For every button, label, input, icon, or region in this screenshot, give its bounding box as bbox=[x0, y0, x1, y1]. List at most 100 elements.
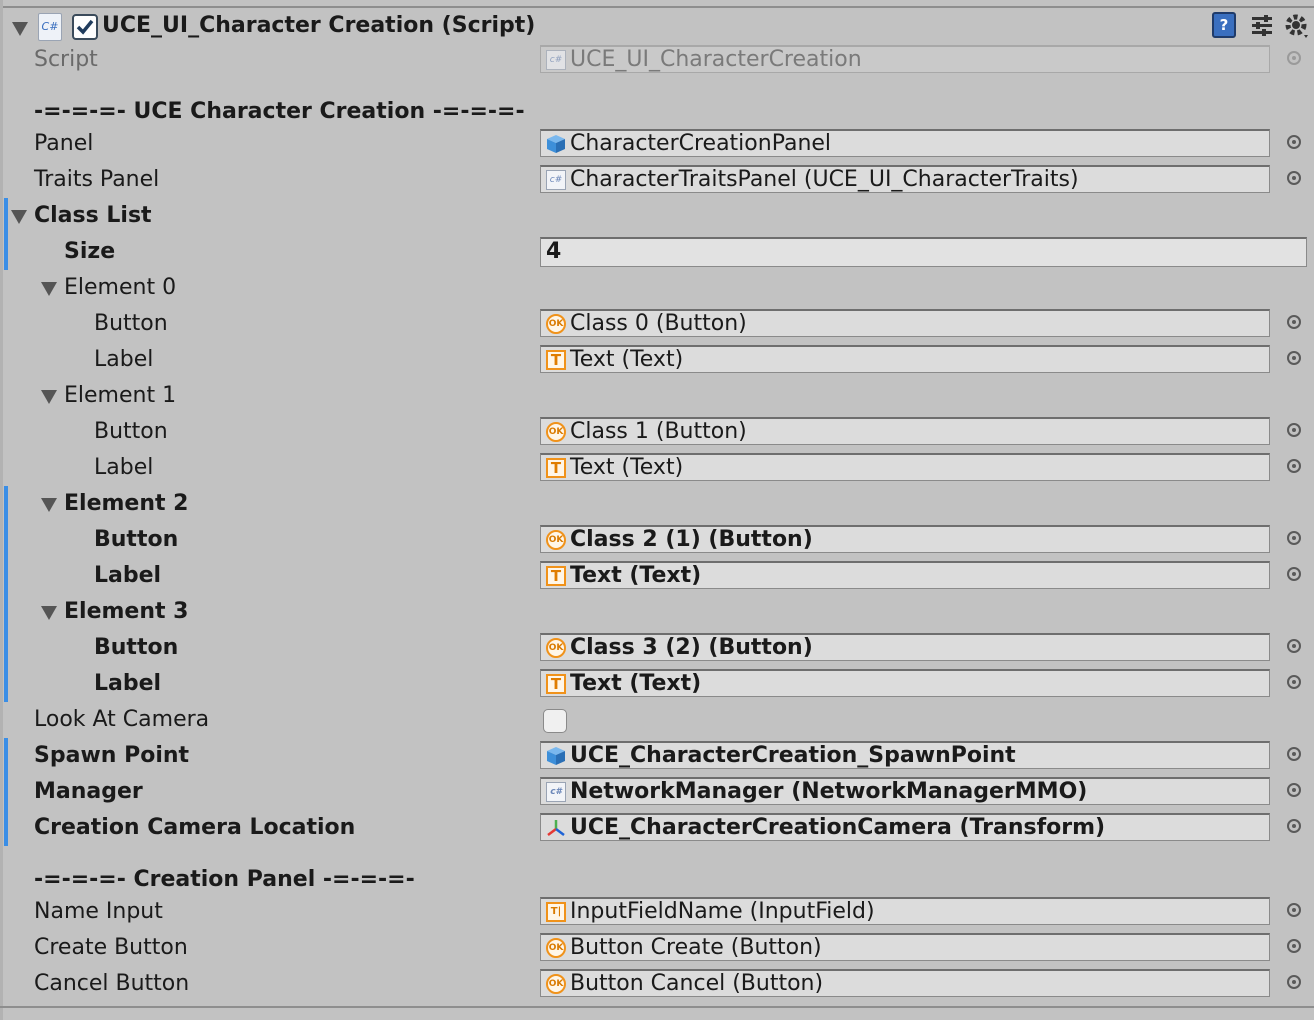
label-field[interactable]: T Text (Text) bbox=[540, 561, 1270, 589]
name-input-field[interactable]: T| InputFieldName (InputField) bbox=[540, 897, 1270, 925]
traits-panel-field[interactable]: c# CharacterTraitsPanel (UCE_UI_Characte… bbox=[540, 165, 1270, 193]
object-picker-icon[interactable] bbox=[1287, 903, 1301, 917]
object-picker-icon bbox=[1287, 51, 1301, 65]
camera-location-label: Creation Camera Location bbox=[34, 815, 356, 840]
size-input[interactable]: 4 bbox=[540, 237, 1307, 267]
button-value: Class 2 (1) (Button) bbox=[570, 526, 813, 552]
create-button-field[interactable]: OK Button Create (Button) bbox=[540, 933, 1270, 961]
cancel-button-field[interactable]: OK Button Cancel (Button) bbox=[540, 969, 1270, 997]
component-enabled-checkbox[interactable] bbox=[72, 14, 98, 40]
camera-location-field[interactable]: UCE_CharacterCreationCamera (Transform) bbox=[540, 813, 1270, 841]
text-component-icon: T bbox=[546, 673, 566, 694]
object-picker-icon[interactable] bbox=[1287, 171, 1301, 185]
help-book-icon[interactable]: ? bbox=[1212, 12, 1236, 38]
look-at-camera-row: Look At Camera bbox=[0, 702, 1314, 738]
button-field[interactable]: OK Class 3 (2) (Button) bbox=[540, 633, 1270, 661]
section-header-row: -=-=-=- UCE Character Creation -=-=-=- bbox=[0, 94, 1314, 130]
text-component-icon: T bbox=[546, 565, 566, 586]
panel-field[interactable]: CharacterCreationPanel bbox=[540, 129, 1270, 157]
input-field-icon: T| bbox=[546, 901, 566, 922]
expand-arrow-icon[interactable] bbox=[41, 606, 57, 620]
script-icon: C# bbox=[38, 13, 62, 41]
element-button-row: Button OK Class 1 (Button) bbox=[0, 414, 1314, 450]
cube-icon bbox=[547, 134, 565, 153]
object-picker-icon[interactable] bbox=[1287, 351, 1301, 365]
preset-sliders-icon[interactable] bbox=[1250, 14, 1274, 38]
element-label-row: Label T Text (Text) bbox=[0, 342, 1314, 378]
class-list-row[interactable]: Class List bbox=[0, 198, 1314, 234]
element-button-row: Button OK Class 2 (1) (Button) bbox=[0, 522, 1314, 558]
name-input-row: Name Input T| InputFieldName (InputField… bbox=[0, 894, 1314, 930]
label-value: Text (Text) bbox=[570, 454, 684, 480]
object-picker-icon[interactable] bbox=[1287, 531, 1301, 545]
object-picker-icon[interactable] bbox=[1287, 459, 1301, 473]
list-element-row[interactable]: Element 2 bbox=[0, 486, 1314, 522]
panel-row: Panel CharacterCreationPanel bbox=[0, 126, 1314, 162]
manager-row: Manager c# NetworkManager (NetworkManage… bbox=[0, 774, 1314, 810]
button-label: Button bbox=[94, 311, 168, 336]
text-component-icon: T bbox=[546, 349, 566, 370]
list-element-row[interactable]: Element 0 bbox=[0, 270, 1314, 306]
panel-value: CharacterCreationPanel bbox=[570, 130, 832, 156]
button-value: Class 3 (2) (Button) bbox=[570, 634, 813, 660]
script-icon: c# bbox=[546, 781, 566, 802]
camera-location-row: Creation Camera Location UCE_CharacterCr… bbox=[0, 810, 1314, 846]
button-ok-icon: OK bbox=[546, 313, 566, 334]
object-picker-icon[interactable] bbox=[1287, 939, 1301, 953]
text-component-icon: T bbox=[546, 457, 566, 478]
component-header[interactable]: C# UCE_UI_Character Creation (Script) ? bbox=[0, 10, 1314, 46]
list-element-row[interactable]: Element 1 bbox=[0, 378, 1314, 414]
gear-menu-icon[interactable] bbox=[1284, 13, 1312, 41]
spawn-point-label: Spawn Point bbox=[34, 743, 190, 768]
collapse-arrow-icon[interactable] bbox=[12, 22, 28, 36]
script-row: Script c# UCE_UI_CharacterCreation bbox=[0, 42, 1314, 78]
spawn-point-field[interactable]: UCE_CharacterCreation_SpawnPoint bbox=[540, 741, 1270, 769]
list-element-row[interactable]: Element 3 bbox=[0, 594, 1314, 630]
bottom-divider bbox=[0, 1006, 1314, 1008]
traits-panel-row: Traits Panel c# CharacterTraitsPanel (UC… bbox=[0, 162, 1314, 198]
name-input-label: Name Input bbox=[34, 899, 163, 924]
object-picker-icon[interactable] bbox=[1287, 567, 1301, 581]
size-row: Size 4 bbox=[0, 234, 1314, 270]
cancel-button-value: Button Cancel (Button) bbox=[570, 970, 824, 996]
section-header-row: -=-=-=- Creation Panel -=-=-=- bbox=[0, 862, 1314, 898]
create-button-label: Create Button bbox=[34, 935, 188, 960]
label-label: Label bbox=[94, 563, 162, 588]
object-picker-icon[interactable] bbox=[1287, 135, 1301, 149]
object-picker-icon[interactable] bbox=[1287, 315, 1301, 329]
cancel-button-row: Cancel Button OK Button Cancel (Button) bbox=[0, 966, 1314, 1002]
object-picker-icon[interactable] bbox=[1287, 639, 1301, 653]
object-picker-icon[interactable] bbox=[1287, 747, 1301, 761]
traits-panel-label: Traits Panel bbox=[34, 167, 160, 192]
class-list-label: Class List bbox=[34, 203, 152, 228]
button-field[interactable]: OK Class 2 (1) (Button) bbox=[540, 525, 1270, 553]
spawn-point-value: UCE_CharacterCreation_SpawnPoint bbox=[570, 742, 1016, 768]
expand-arrow-icon[interactable] bbox=[41, 282, 57, 296]
expand-arrow-icon[interactable] bbox=[41, 498, 57, 512]
label-field[interactable]: T Text (Text) bbox=[540, 669, 1270, 697]
button-field[interactable]: OK Class 0 (Button) bbox=[540, 309, 1270, 337]
button-ok-icon: OK bbox=[546, 529, 566, 550]
button-field[interactable]: OK Class 1 (Button) bbox=[540, 417, 1270, 445]
cancel-button-label: Cancel Button bbox=[34, 971, 190, 996]
object-picker-icon[interactable] bbox=[1287, 819, 1301, 833]
expand-arrow-icon[interactable] bbox=[41, 390, 57, 404]
label-field[interactable]: T Text (Text) bbox=[540, 453, 1270, 481]
look-at-camera-checkbox[interactable] bbox=[543, 709, 567, 733]
manager-value: NetworkManager (NetworkManagerMMO) bbox=[570, 778, 1088, 804]
camera-location-value: UCE_CharacterCreationCamera (Transform) bbox=[570, 814, 1106, 840]
label-field[interactable]: T Text (Text) bbox=[540, 345, 1270, 373]
element-label: Element 1 bbox=[64, 383, 177, 408]
manager-field[interactable]: c# NetworkManager (NetworkManagerMMO) bbox=[540, 777, 1270, 805]
object-picker-icon[interactable] bbox=[1287, 783, 1301, 797]
object-picker-icon[interactable] bbox=[1287, 423, 1301, 437]
name-input-value: InputFieldName (InputField) bbox=[570, 898, 875, 924]
transform-axes-icon bbox=[547, 819, 565, 836]
section-header: -=-=-=- UCE Character Creation -=-=-=- bbox=[34, 99, 525, 124]
button-ok-icon: OK bbox=[546, 637, 566, 658]
object-picker-icon[interactable] bbox=[1287, 975, 1301, 989]
object-picker-icon[interactable] bbox=[1287, 675, 1301, 689]
expand-arrow-icon[interactable] bbox=[11, 210, 27, 224]
section-header: -=-=-=- Creation Panel -=-=-=- bbox=[34, 867, 415, 892]
label-value: Text (Text) bbox=[570, 670, 702, 696]
